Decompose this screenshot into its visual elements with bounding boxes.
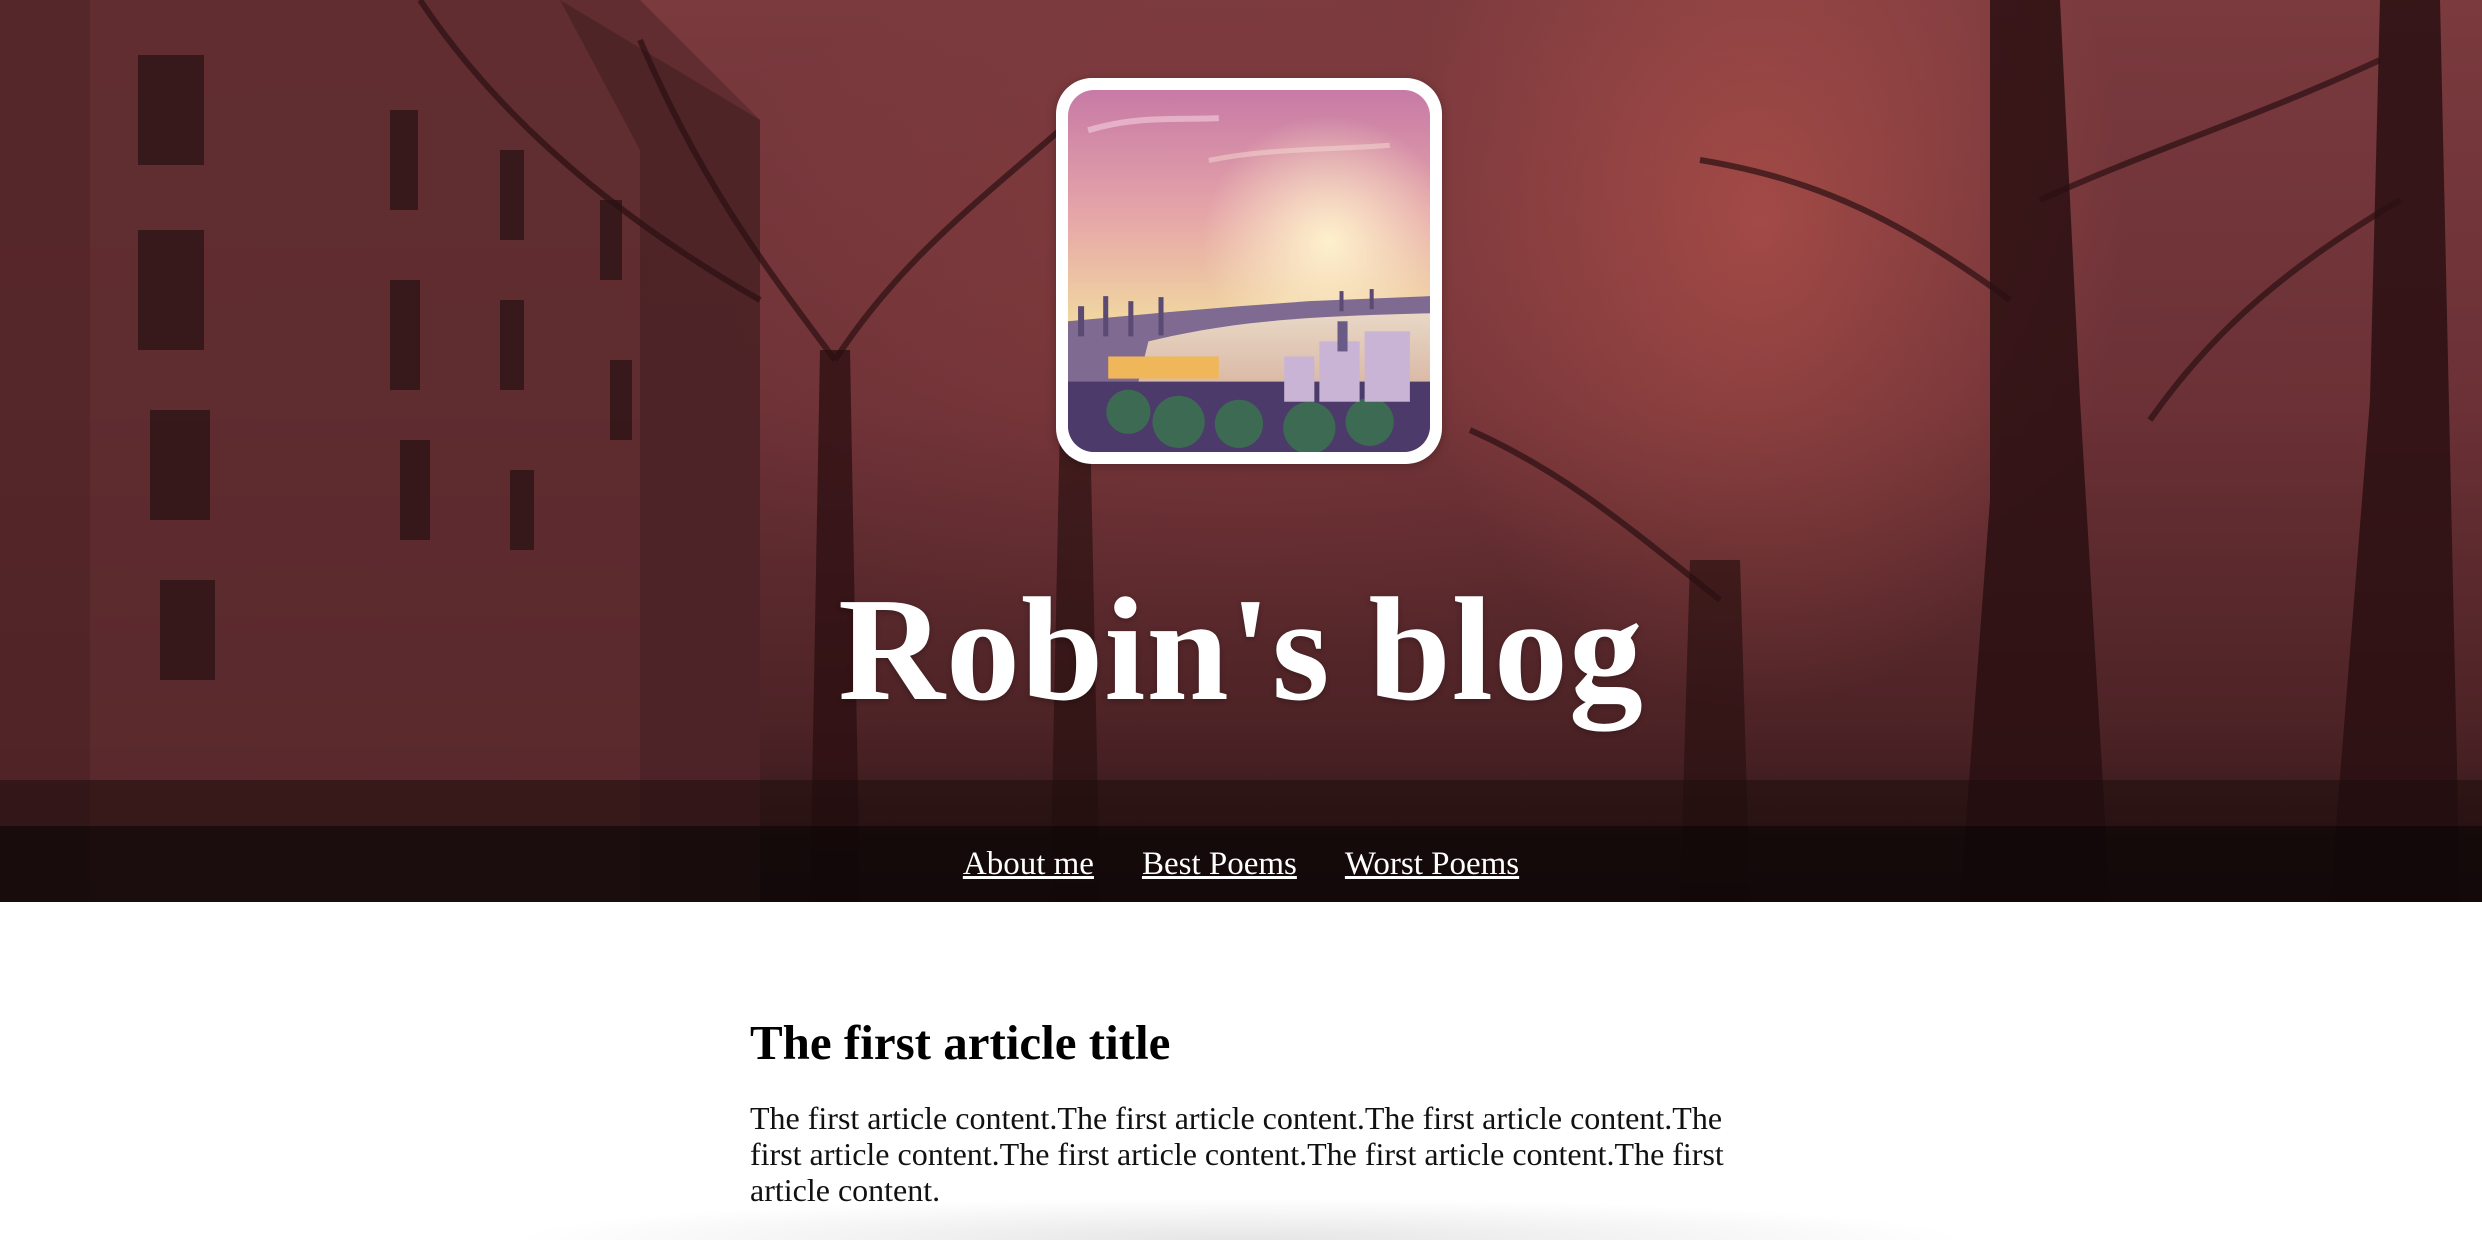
left-building	[0, 0, 760, 902]
nav-link-best-poems[interactable]: Best Poems	[1142, 844, 1297, 884]
article-content: The first article content.The first arti…	[750, 1100, 1724, 1208]
nav-link-about-me[interactable]: About me	[963, 844, 1094, 884]
avatar	[1056, 78, 1442, 464]
nav-link-worst-poems[interactable]: Worst Poems	[1345, 844, 1519, 884]
site-title: Robin's blog	[838, 568, 1644, 732]
article-title: The first article title	[750, 1015, 1171, 1070]
hero-header: Robin's blog About me Best Poems Worst P…	[0, 0, 2482, 902]
avatar-image-harbor	[1068, 90, 1430, 452]
main-nav: About me Best Poems Worst Poems	[0, 826, 2482, 902]
article: The first article title The first articl…	[750, 1000, 1740, 1208]
